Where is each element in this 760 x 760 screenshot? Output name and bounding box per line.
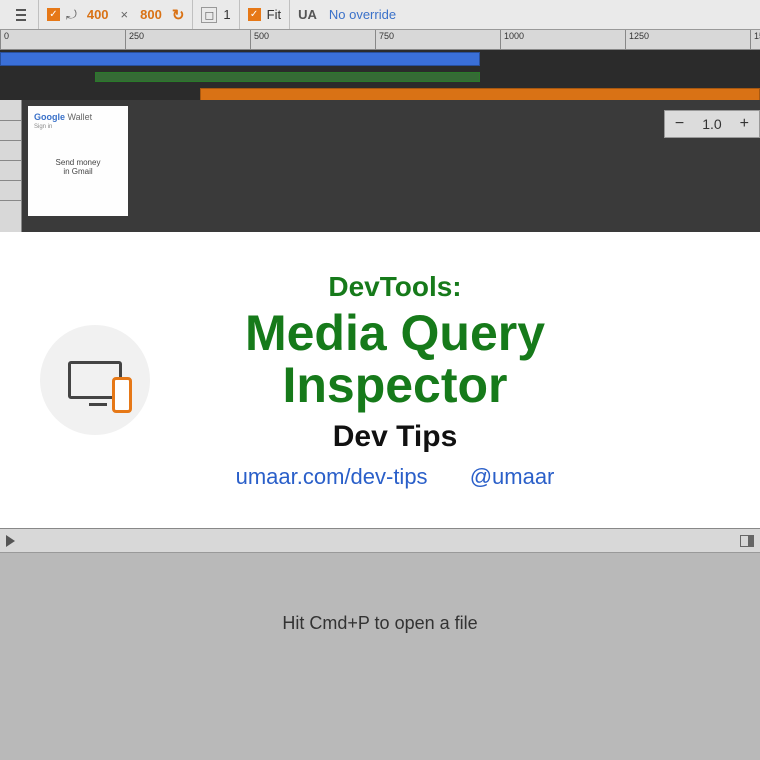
card-title: Media Query Inspector	[150, 307, 640, 412]
max-width-breakpoint-bar[interactable]	[0, 52, 480, 66]
ruler-tick: 1250	[625, 30, 649, 50]
toggle-sidebar-icon[interactable]	[740, 535, 754, 547]
min-max-breakpoint-bar[interactable]	[95, 72, 480, 82]
zoom-value: 1.0	[694, 112, 729, 136]
thumb-signin: Sign in	[34, 124, 122, 130]
title-card: DevTools: Media Query Inspector Dev Tips…	[0, 232, 760, 528]
thumb-headline: Send money in Gmail	[34, 158, 122, 176]
dimensions-group: ✓ ⤾ 400 × 800 ↻	[39, 0, 193, 29]
viewport-icon[interactable]: ◻	[201, 7, 217, 23]
fit-group: ✓ Fit	[240, 0, 290, 29]
play-icon[interactable]	[6, 535, 15, 547]
vertical-ruler[interactable]	[0, 100, 22, 232]
thumb-brand: Google Wallet	[34, 112, 122, 122]
sources-panel: Hit Cmd+P to open a file	[0, 528, 760, 760]
fit-checkbox[interactable]: ✓	[248, 8, 261, 21]
ruler-tick: 250	[125, 30, 144, 50]
rotate-icon[interactable]: ⤾	[66, 7, 77, 23]
ruler-tick: 1500	[750, 30, 760, 50]
zoom-factor[interactable]: 1	[223, 7, 230, 22]
zoom-control: − 1.0 +	[664, 110, 760, 138]
ua-group: UA No override	[290, 0, 404, 29]
sources-toolbar	[0, 529, 760, 553]
preview-area: Google Wallet Sign in Send money in Gmai…	[0, 100, 760, 232]
ua-value[interactable]: No override	[329, 7, 396, 22]
zoom-out-button[interactable]: −	[665, 111, 694, 137]
open-file-hint: Hit Cmd+P to open a file	[0, 613, 760, 634]
zoom-in-button[interactable]: +	[730, 111, 759, 137]
ua-label: UA	[298, 7, 323, 22]
card-subtitle1: DevTools:	[150, 271, 640, 303]
width-value[interactable]: 400	[83, 7, 113, 22]
device-toolbar: ✓ ⤾ 400 × 800 ↻ ◻ 1 ✓ Fit UA No override	[0, 0, 760, 30]
ruler-tick: 500	[250, 30, 269, 50]
device-enabled-checkbox[interactable]: ✓	[47, 8, 60, 21]
viewport-group: ◻ 1	[193, 0, 239, 29]
dimension-separator: ×	[119, 7, 131, 22]
card-subtitle2: Dev Tips	[150, 420, 640, 454]
hamburger-icon	[12, 9, 30, 21]
height-value[interactable]: 800	[136, 7, 166, 22]
phone-icon	[112, 377, 132, 413]
page-preview-thumbnail[interactable]: Google Wallet Sign in Send money in Gmai…	[28, 106, 128, 216]
ruler-tick: 0	[0, 30, 9, 50]
toolbar-menu[interactable]	[4, 0, 39, 29]
fit-label: Fit	[267, 7, 281, 22]
horizontal-ruler[interactable]: 0 250 500 750 1000 1250 1500	[0, 30, 760, 50]
media-query-bars: 0 250 500 750 1000 1250 1500	[0, 30, 760, 100]
devices-icon	[40, 325, 150, 435]
refresh-icon[interactable]: ↻	[172, 6, 185, 24]
ruler-tick: 1000	[500, 30, 524, 50]
ruler-tick: 750	[375, 30, 394, 50]
website-link[interactable]: umaar.com/dev-tips	[236, 464, 428, 489]
twitter-link[interactable]: @umaar	[470, 464, 555, 489]
